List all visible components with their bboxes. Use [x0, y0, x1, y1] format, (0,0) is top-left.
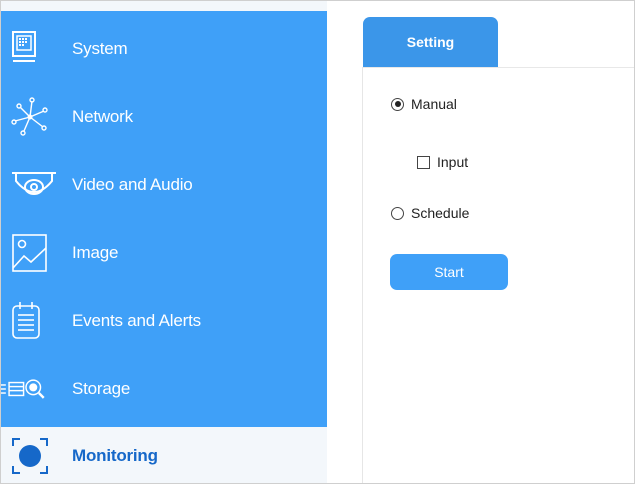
calendar-list-icon	[10, 298, 60, 344]
sidebar-item-video-audio[interactable]: Video and Audio	[1, 151, 327, 219]
sidebar-item-network[interactable]: Network	[1, 83, 327, 151]
input-checkbox[interactable]: Input	[417, 154, 468, 170]
tab-bar-line	[363, 67, 634, 68]
sidebar-item-label: Video and Audio	[72, 175, 193, 194]
monitor-icon	[10, 26, 60, 72]
sidebar-item-label: Image	[72, 243, 119, 262]
start-button[interactable]: Start	[390, 254, 508, 290]
sidebar: System Network Video and Audio Image Eve…	[1, 1, 327, 483]
tab-setting[interactable]: Setting	[363, 17, 498, 67]
sidebar-item-monitoring[interactable]: Monitoring	[1, 427, 327, 483]
monitoring-target-icon	[10, 433, 60, 479]
sidebar-item-label: Monitoring	[72, 446, 158, 465]
sidebar-item-label: Events and Alerts	[72, 311, 201, 330]
image-icon	[10, 230, 60, 276]
sidebar-item-events-alerts[interactable]: Events and Alerts	[1, 287, 327, 355]
storage-search-icon	[1, 366, 51, 412]
network-icon	[10, 94, 60, 140]
sidebar-item-system[interactable]: System	[1, 15, 327, 83]
sidebar-item-label: Network	[72, 107, 133, 126]
content-divider	[362, 67, 363, 483]
sidebar-item-storage[interactable]: Storage	[1, 355, 327, 423]
sidebar-item-label: Storage	[72, 379, 131, 398]
schedule-radio[interactable]: Schedule	[391, 205, 469, 221]
schedule-label: Schedule	[411, 205, 470, 221]
app-window: System Network Video and Audio Image Eve…	[0, 0, 635, 484]
sidebar-item-label: System	[72, 39, 128, 58]
checkbox[interactable]	[417, 155, 430, 169]
input-label: Input	[437, 154, 469, 170]
sidebar-item-image[interactable]: Image	[1, 219, 327, 287]
radio-button[interactable]	[391, 206, 404, 220]
dome-camera-icon	[10, 162, 60, 208]
manual-label: Manual	[411, 96, 457, 112]
sidebar-nav: System Network Video and Audio Image Eve…	[1, 11, 327, 427]
manual-radio[interactable]: Manual	[391, 96, 457, 112]
radio-button[interactable]	[391, 97, 404, 111]
tab-label: Setting	[406, 34, 455, 50]
